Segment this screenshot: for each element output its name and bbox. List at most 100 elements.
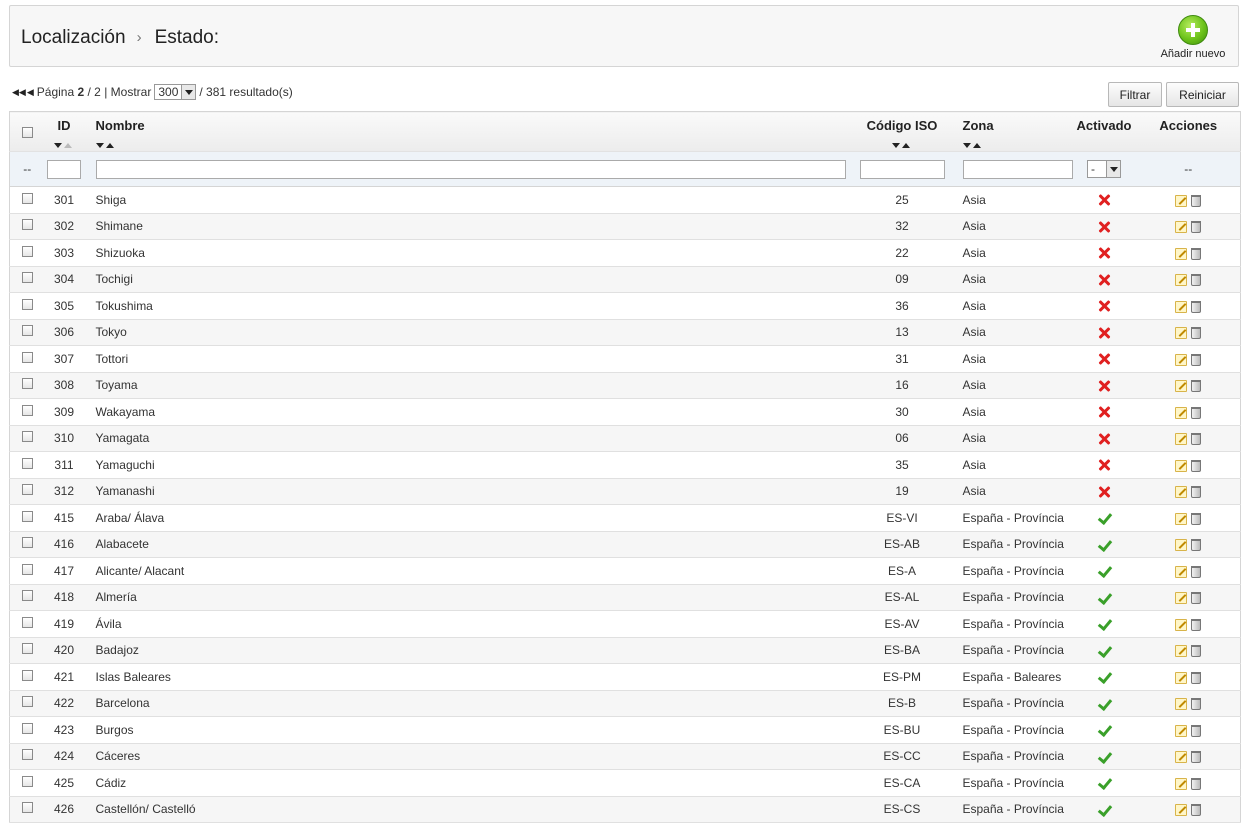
sort-asc-icon[interactable] — [902, 143, 910, 148]
row-checkbox[interactable] — [21, 669, 33, 681]
row-active-toggle[interactable] — [1071, 345, 1137, 373]
row-checkbox[interactable] — [21, 510, 33, 522]
pencil-icon[interactable] — [1175, 512, 1188, 525]
trash-icon[interactable] — [1191, 353, 1202, 366]
table-row[interactable]: 312 Yamanashi 19 Asia — [9, 478, 1241, 505]
sort-desc-icon[interactable] — [95, 143, 104, 148]
row-checkbox[interactable] — [21, 563, 33, 575]
iso-filter-input[interactable] — [859, 159, 945, 179]
first-page-icon[interactable]: ◀◀ — [12, 87, 26, 98]
trash-icon[interactable] — [1191, 274, 1202, 287]
table-row[interactable]: 415 Araba/ Álava ES-VI España - Província — [9, 504, 1241, 532]
row-checkbox[interactable] — [21, 245, 33, 257]
table-row[interactable]: 417 Alicante/ Alacant ES-A España - Provínc… — [9, 557, 1241, 585]
table-row[interactable]: 302 Shimane 32 Asia — [9, 213, 1241, 240]
sort-asc-icon[interactable] — [64, 143, 72, 148]
row-checkbox[interactable] — [21, 537, 33, 549]
trash-icon[interactable] — [1191, 645, 1202, 658]
row-checkbox[interactable] — [21, 272, 33, 284]
sort-desc-icon[interactable] — [962, 143, 971, 148]
reset-button[interactable]: Reiniciar — [1166, 82, 1239, 107]
red-x-icon[interactable] — [1097, 379, 1111, 393]
trash-icon[interactable] — [1191, 724, 1202, 737]
row-active-toggle[interactable] — [1071, 266, 1137, 293]
red-x-icon[interactable] — [1097, 273, 1111, 287]
id-filter-input[interactable] — [47, 159, 81, 179]
row-active-toggle[interactable] — [1071, 637, 1137, 664]
pencil-icon[interactable] — [1175, 671, 1188, 684]
row-active-toggle[interactable] — [1071, 478, 1137, 505]
pencil-icon[interactable] — [1175, 751, 1188, 764]
row-active-toggle[interactable] — [1071, 663, 1137, 691]
row-active-toggle[interactable] — [1071, 796, 1137, 823]
red-x-icon[interactable] — [1097, 458, 1111, 472]
pencil-icon[interactable] — [1175, 645, 1188, 658]
trash-icon[interactable] — [1191, 194, 1202, 207]
table-row[interactable]: 303 Shizuoka 22 Asia — [9, 239, 1241, 267]
chevron-down-icon[interactable] — [1106, 161, 1120, 177]
green-check-icon[interactable] — [1097, 670, 1111, 684]
page-size-select[interactable]: 300 — [154, 84, 197, 100]
pencil-icon[interactable] — [1175, 300, 1188, 313]
table-row[interactable]: 420 Badajoz ES-BA España - Província — [9, 637, 1241, 664]
row-active-toggle[interactable] — [1071, 690, 1137, 717]
trash-icon[interactable] — [1191, 671, 1202, 684]
red-x-icon[interactable] — [1097, 246, 1111, 260]
table-row[interactable]: 421 Islas Baleares ES-PM España - Baleares — [9, 663, 1241, 691]
row-active-toggle[interactable] — [1071, 504, 1137, 532]
row-checkbox[interactable] — [21, 378, 33, 390]
row-checkbox[interactable] — [21, 219, 33, 231]
table-row[interactable]: 423 Burgos ES-BU España - Província — [9, 716, 1241, 744]
breadcrumb-section[interactable]: Localización — [21, 27, 126, 48]
red-x-icon[interactable] — [1097, 193, 1111, 207]
row-active-toggle[interactable] — [1071, 769, 1137, 797]
row-active-toggle[interactable] — [1071, 213, 1137, 240]
table-row[interactable]: 305 Tokushima 36 Asia — [9, 292, 1241, 320]
trash-icon[interactable] — [1191, 221, 1202, 234]
trash-icon[interactable] — [1191, 698, 1202, 711]
green-check-icon[interactable] — [1097, 617, 1111, 631]
pencil-icon[interactable] — [1175, 459, 1188, 472]
row-checkbox[interactable] — [21, 192, 33, 204]
green-check-icon[interactable] — [1097, 591, 1111, 605]
pencil-icon[interactable] — [1175, 327, 1188, 340]
chevron-down-icon[interactable] — [181, 85, 196, 99]
red-x-icon[interactable] — [1097, 405, 1111, 419]
green-check-icon[interactable] — [1097, 750, 1111, 764]
row-checkbox[interactable] — [21, 749, 33, 761]
trash-icon[interactable] — [1191, 592, 1202, 605]
row-checkbox[interactable] — [21, 298, 33, 310]
table-row[interactable]: 424 Cáceres ES-CC España - Província — [9, 743, 1241, 770]
row-checkbox[interactable] — [21, 616, 33, 628]
table-row[interactable]: 416 Alabacete ES-AB España - Província — [9, 531, 1241, 558]
pencil-icon[interactable] — [1175, 777, 1188, 790]
row-checkbox[interactable] — [21, 802, 33, 814]
red-x-icon[interactable] — [1097, 220, 1111, 234]
select-all-checkbox[interactable] — [21, 127, 33, 138]
row-active-toggle[interactable] — [1071, 610, 1137, 638]
red-x-icon[interactable] — [1097, 326, 1111, 340]
row-active-toggle[interactable] — [1071, 425, 1137, 452]
table-row[interactable]: 307 Tottori 31 Asia — [9, 345, 1241, 373]
trash-icon[interactable] — [1191, 618, 1202, 631]
zone-filter-input[interactable] — [962, 159, 1073, 179]
row-active-toggle[interactable] — [1071, 531, 1137, 558]
table-row[interactable]: 301 Shiga 25 Asia — [9, 186, 1241, 214]
previous-page-icon[interactable]: ◀ — [27, 87, 34, 98]
trash-icon[interactable] — [1191, 327, 1202, 340]
row-checkbox[interactable] — [21, 775, 33, 787]
trash-icon[interactable] — [1191, 433, 1202, 446]
trash-icon[interactable] — [1191, 459, 1202, 472]
table-row[interactable]: 311 Yamaguchi 35 Asia — [9, 451, 1241, 479]
green-check-icon[interactable] — [1097, 564, 1111, 578]
pencil-icon[interactable] — [1175, 247, 1188, 260]
row-checkbox[interactable] — [21, 431, 33, 443]
name-filter-input[interactable] — [95, 159, 846, 179]
row-active-toggle[interactable] — [1071, 372, 1137, 399]
row-active-toggle[interactable] — [1071, 451, 1137, 479]
green-check-icon[interactable] — [1097, 803, 1111, 817]
pencil-icon[interactable] — [1175, 194, 1188, 207]
add-new-label[interactable]: Añadir nuevo — [1158, 48, 1228, 60]
add-new-button[interactable]: Añadir nuevo — [1158, 15, 1228, 60]
red-x-icon[interactable] — [1097, 299, 1111, 313]
